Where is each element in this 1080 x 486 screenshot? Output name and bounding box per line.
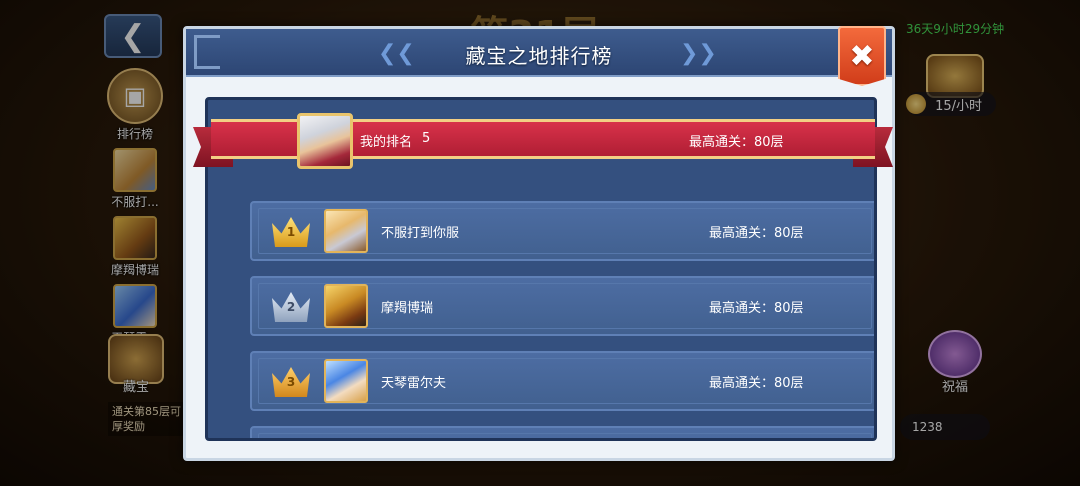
rank-number: 2: [286, 300, 296, 314]
player-name: 天琴雷尔夫: [381, 376, 447, 391]
my-avatar[interactable]: [297, 113, 353, 169]
modal-header: ❮❮ 藏宝之地排行榜 ❯❯: [186, 29, 892, 77]
player-avatar[interactable]: [324, 284, 368, 328]
ranking-row-partial[interactable]: [250, 426, 874, 438]
my-rank-label: 我的排名: [360, 135, 413, 150]
ranking-row[interactable]: 3 天琴雷尔夫 最高通关：80层: [250, 351, 874, 411]
my-rank-value: 5: [422, 131, 431, 146]
player-avatar[interactable]: [324, 209, 368, 253]
rank-number: 3: [286, 375, 296, 389]
row-frame: [258, 433, 872, 438]
player-avatar[interactable]: [324, 359, 368, 403]
my-best-floor: 最高通关：80层: [689, 135, 784, 150]
close-button[interactable]: ✖: [838, 26, 886, 86]
player-best-floor: 最高通关：80层: [709, 301, 804, 316]
player-name: 不服打到你服: [381, 226, 460, 241]
rank-number: 1: [286, 225, 296, 239]
ranking-row[interactable]: 1 不服打到你服 最高通关：80层: [250, 201, 874, 261]
double-chevron-right-icon[interactable]: ❯❯: [680, 41, 717, 66]
ranking-row[interactable]: 2 摩羯博瑞 最高通关：80层: [250, 276, 874, 336]
player-best-floor: 最高通关：80层: [709, 226, 804, 241]
leaderboard-modal: ❮❮ 藏宝之地排行榜 ❯❯ ✖ 1 不服打到你服 最高通关：80层 2 摩羯博瑞…: [183, 26, 895, 461]
close-icon: ✖: [849, 38, 875, 74]
player-name: 摩羯博瑞: [381, 301, 434, 316]
modal-title: 藏宝之地排行榜: [465, 44, 613, 68]
player-best-floor: 最高通关：80层: [709, 376, 804, 391]
